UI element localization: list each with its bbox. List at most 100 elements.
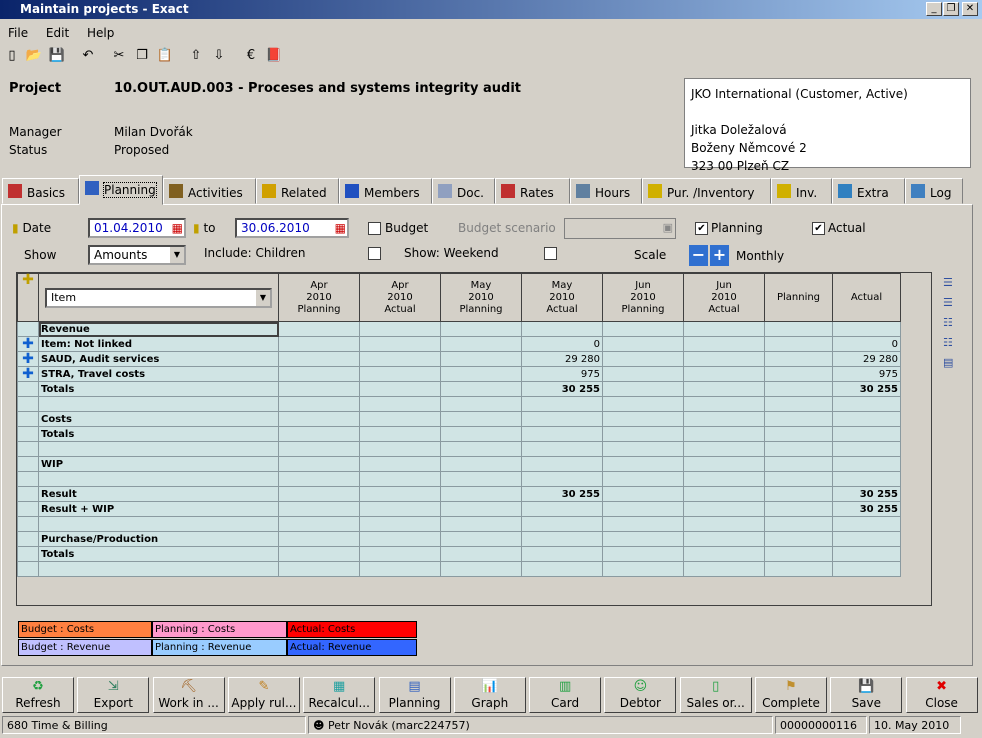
restore-button[interactable]: ❐ [943, 2, 959, 16]
grid-cell[interactable] [278, 321, 360, 337]
grid-cell[interactable]: 975 [521, 366, 603, 382]
grid-cell[interactable] [278, 516, 360, 532]
grid-cell[interactable] [359, 321, 441, 337]
grid-cell[interactable] [278, 336, 360, 352]
row-label[interactable]: WIP [38, 456, 279, 472]
grid-cell[interactable] [602, 471, 684, 487]
grid-cell[interactable] [832, 396, 901, 412]
grid-cell[interactable] [278, 441, 360, 457]
grid-cell[interactable]: 30 255 [832, 501, 901, 517]
grid-cell[interactable] [359, 546, 441, 562]
date-from-input[interactable]: 01.04.2010 ▦ [88, 218, 186, 238]
move-lines-icon[interactable]: ☷ [943, 336, 959, 350]
grid-cell[interactable]: 30 255 [832, 486, 901, 502]
grid-cell[interactable] [764, 351, 833, 367]
grid-cell[interactable] [683, 381, 765, 397]
grid-cell[interactable] [359, 411, 441, 427]
grid-cell[interactable] [278, 381, 360, 397]
grid-cell[interactable] [278, 396, 360, 412]
down-icon[interactable]: ⇩ [209, 48, 229, 68]
grid-cell[interactable] [440, 516, 522, 532]
grid-cell[interactable] [521, 396, 603, 412]
grid-cell[interactable] [278, 411, 360, 427]
column-header[interactable]: Planning [764, 273, 833, 322]
column-header[interactable]: Jun 2010 Actual [683, 273, 765, 322]
column-header[interactable]: Apr 2010 Planning [278, 273, 360, 322]
grid-cell[interactable] [602, 486, 684, 502]
save-icon[interactable]: 💾 [47, 48, 67, 68]
grid-cell[interactable] [440, 321, 522, 337]
column-header[interactable]: Apr 2010 Actual [359, 273, 441, 322]
chevron-down-icon[interactable]: ▼ [256, 289, 270, 306]
grid-cell[interactable] [602, 531, 684, 547]
chevron-down-icon[interactable]: ▼ [170, 247, 184, 263]
button-save[interactable]: 💾 Save [830, 677, 903, 713]
tab-basics[interactable]: Basics [2, 178, 79, 204]
grid-cell[interactable] [764, 531, 833, 547]
row-label[interactable]: Totals [38, 381, 279, 397]
grid-cell[interactable] [832, 441, 901, 457]
grid-cell[interactable] [278, 471, 360, 487]
row-label[interactable]: Result [38, 486, 279, 502]
button-salesor[interactable]: ▯ Sales or... [679, 677, 752, 713]
grid-cell[interactable] [602, 381, 684, 397]
grid-cell[interactable] [683, 456, 765, 472]
grid-cell[interactable] [440, 411, 522, 427]
menu-edit[interactable]: Edit [46, 26, 69, 40]
grid-cell[interactable] [683, 321, 765, 337]
actual-checkbox[interactable]: ✔ [812, 222, 825, 235]
grid-cell[interactable] [440, 471, 522, 487]
planning-checkbox[interactable]: ✔ [695, 222, 708, 235]
grid-cell[interactable] [764, 516, 833, 532]
grid-cell[interactable] [764, 471, 833, 487]
tab-inv[interactable]: Inv. [771, 178, 832, 204]
grid-cell[interactable] [832, 546, 901, 562]
tab-members[interactable]: Members [339, 178, 432, 204]
grid-cell[interactable] [602, 411, 684, 427]
grid-cell[interactable] [359, 381, 441, 397]
grid-cell[interactable] [440, 561, 522, 577]
grid-cell[interactable] [278, 501, 360, 517]
tab-purinventory[interactable]: Pur. /Inventory [642, 178, 771, 204]
grid-cell[interactable] [359, 336, 441, 352]
grid-cell[interactable] [683, 396, 765, 412]
grid-cell[interactable] [683, 516, 765, 532]
grid-cell[interactable] [832, 426, 901, 442]
grid-cell[interactable] [602, 561, 684, 577]
grid-cell[interactable] [764, 321, 833, 337]
grid-cell[interactable] [359, 366, 441, 382]
button-graph[interactable]: 📊 Graph [453, 677, 526, 713]
button-workin[interactable]: ⛏ Work in ... [152, 677, 225, 713]
grid-cell[interactable] [359, 501, 441, 517]
grid-cell[interactable] [832, 531, 901, 547]
row-label[interactable]: Costs [38, 411, 279, 427]
grid-cell[interactable] [832, 321, 901, 337]
grid-cell[interactable] [602, 456, 684, 472]
row-label[interactable]: Result + WIP [38, 501, 279, 517]
button-close[interactable]: ✖ Close [905, 677, 978, 713]
tab-related[interactable]: Related [256, 178, 339, 204]
grid-cell[interactable] [764, 501, 833, 517]
grid-cell[interactable] [521, 546, 603, 562]
grid-cell[interactable] [683, 426, 765, 442]
grid-cell[interactable] [602, 501, 684, 517]
insert-line-icon[interactable]: ☰ [943, 296, 959, 310]
edit-lines-icon[interactable]: ☷ [943, 316, 959, 330]
grid-cell[interactable] [764, 546, 833, 562]
tab-activities[interactable]: Activities [163, 178, 256, 204]
grid-cell[interactable] [764, 441, 833, 457]
grid-cell[interactable]: 30 255 [832, 381, 901, 397]
grid-cell[interactable] [764, 561, 833, 577]
grid-cell[interactable] [359, 426, 441, 442]
grid-cell[interactable] [683, 501, 765, 517]
column-header[interactable]: May 2010 Planning [440, 273, 522, 322]
grid-cell[interactable] [521, 426, 603, 442]
row-label[interactable]: Revenue [38, 321, 279, 337]
grid-cell[interactable] [602, 366, 684, 382]
grid-cell[interactable] [683, 486, 765, 502]
row-label[interactable]: SAUD, Audit services [38, 351, 279, 367]
calendar-icon[interactable]: ▦ [335, 221, 346, 235]
grid-cell[interactable] [832, 411, 901, 427]
row-label[interactable]: STRA, Travel costs [38, 366, 279, 382]
grid-cell[interactable] [440, 486, 522, 502]
